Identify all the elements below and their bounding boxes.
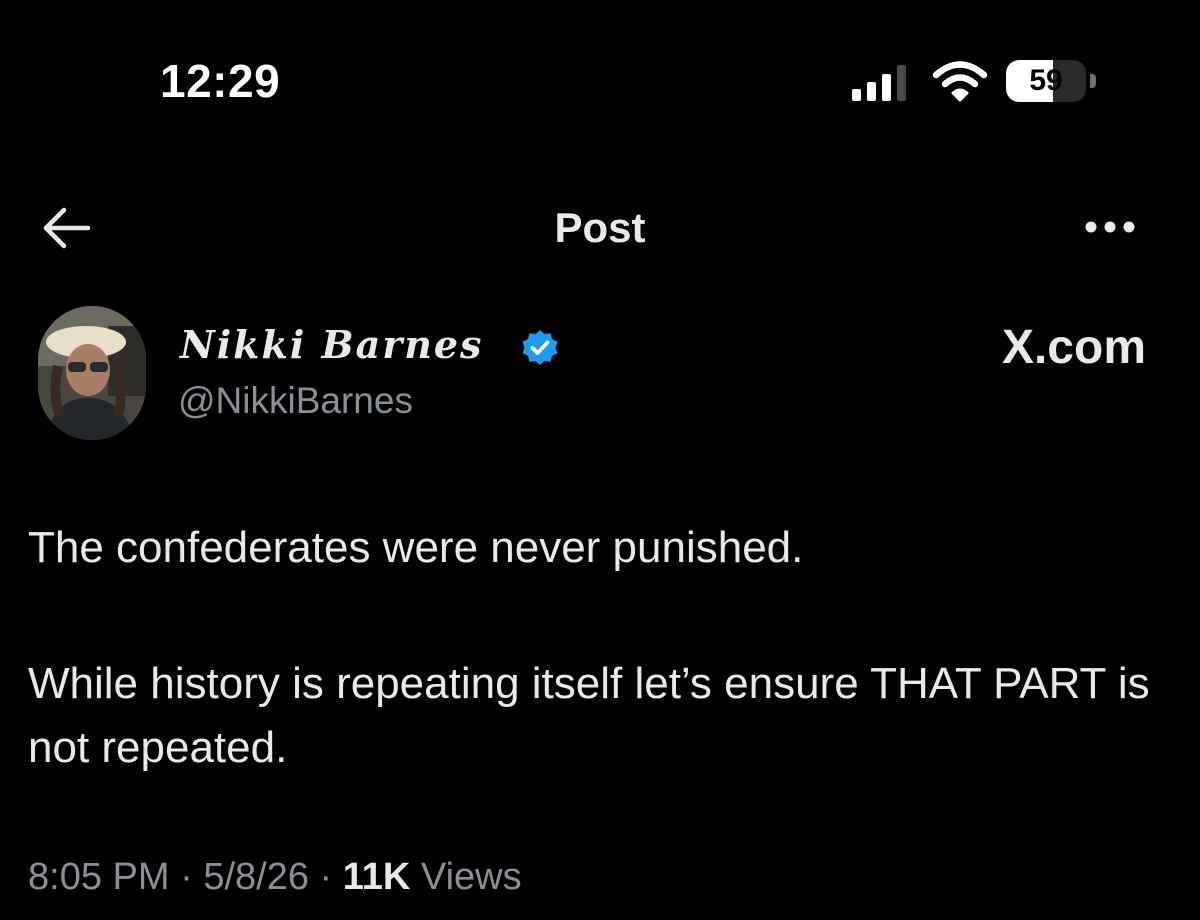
battery-percentage: 59	[1029, 64, 1063, 97]
wifi-icon	[932, 61, 988, 102]
status-time: 12:29	[160, 55, 281, 107]
avatar-photo	[38, 306, 146, 440]
post-text-paragraph-2: While history is repeating itself let’s …	[28, 659, 1150, 772]
battery-nub	[1090, 74, 1096, 88]
post-meta: 8:05 PM · 5/8/26 · 11K Views	[28, 856, 522, 899]
avatar[interactable]	[38, 306, 146, 440]
post-date: 5/8/26	[203, 856, 309, 898]
cellular-signal-icon	[852, 65, 906, 101]
views-label: Views	[410, 856, 522, 898]
post-text-paragraph-1: The confederates were never punished.	[28, 523, 804, 572]
meta-separator: ·	[169, 856, 204, 898]
verified-badge-icon	[522, 330, 558, 365]
views-count[interactable]: 11K	[343, 856, 411, 898]
site-watermark: X.com	[1001, 321, 1146, 374]
battery-icon: 59	[1006, 60, 1086, 102]
post-time: 8:05 PM	[28, 856, 170, 898]
author-handle[interactable]: @NikkiBarnes	[178, 380, 413, 422]
page-title: Post	[554, 204, 646, 251]
battery-indicator: 59	[1006, 60, 1098, 102]
more-options-icon[interactable]	[1080, 212, 1140, 242]
meta-separator: ·	[308, 856, 343, 898]
author-name[interactable]: Nikki Barnes	[180, 322, 483, 367]
